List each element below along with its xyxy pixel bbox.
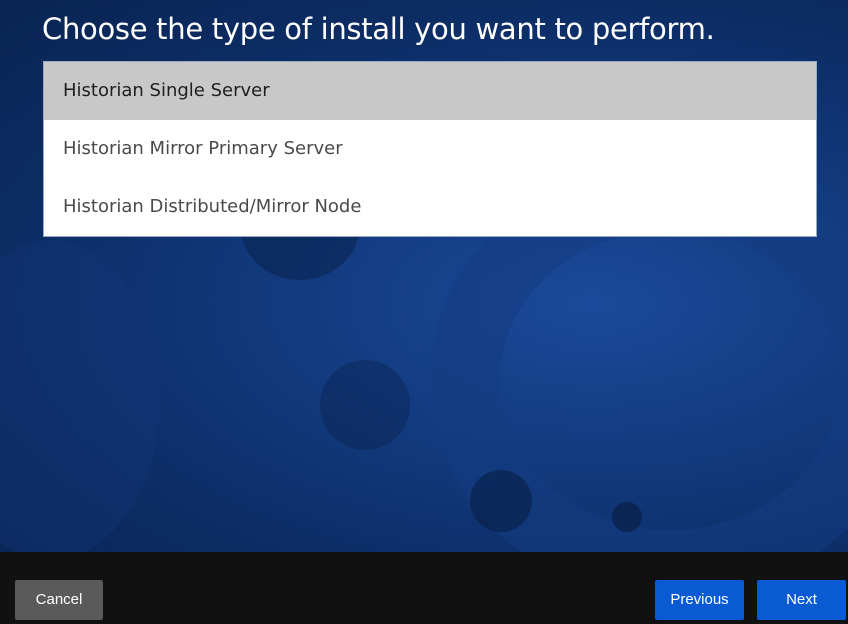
next-button[interactable]: Next: [757, 580, 846, 620]
install-option-distributed-mirror-node[interactable]: Historian Distributed/Mirror Node: [44, 178, 816, 236]
previous-button[interactable]: Previous: [655, 580, 744, 620]
install-option-single-server[interactable]: Historian Single Server: [44, 62, 816, 120]
install-type-list: Historian Single Server Historian Mirror…: [43, 61, 817, 237]
background-circle-decoration: [0, 240, 160, 552]
installer-background: Choose the type of install you want to p…: [0, 0, 848, 552]
background-circle-decoration: [470, 470, 532, 532]
install-option-mirror-primary-server[interactable]: Historian Mirror Primary Server: [44, 120, 816, 178]
background-circle-decoration: [612, 502, 642, 532]
page-title: Choose the type of install you want to p…: [42, 12, 715, 46]
background-circle-decoration: [320, 360, 410, 450]
cancel-button[interactable]: Cancel: [15, 580, 103, 620]
